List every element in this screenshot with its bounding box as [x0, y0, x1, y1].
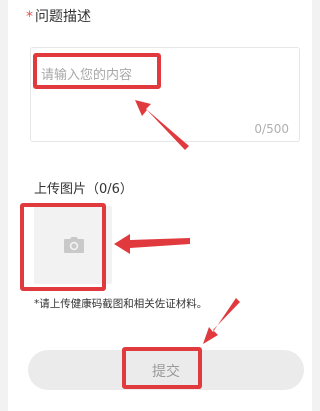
arrow-icon: [114, 234, 190, 254]
arrow-icon: [203, 298, 240, 344]
annotation-arrows: [114, 100, 240, 344]
arrow-icon: [135, 100, 189, 150]
